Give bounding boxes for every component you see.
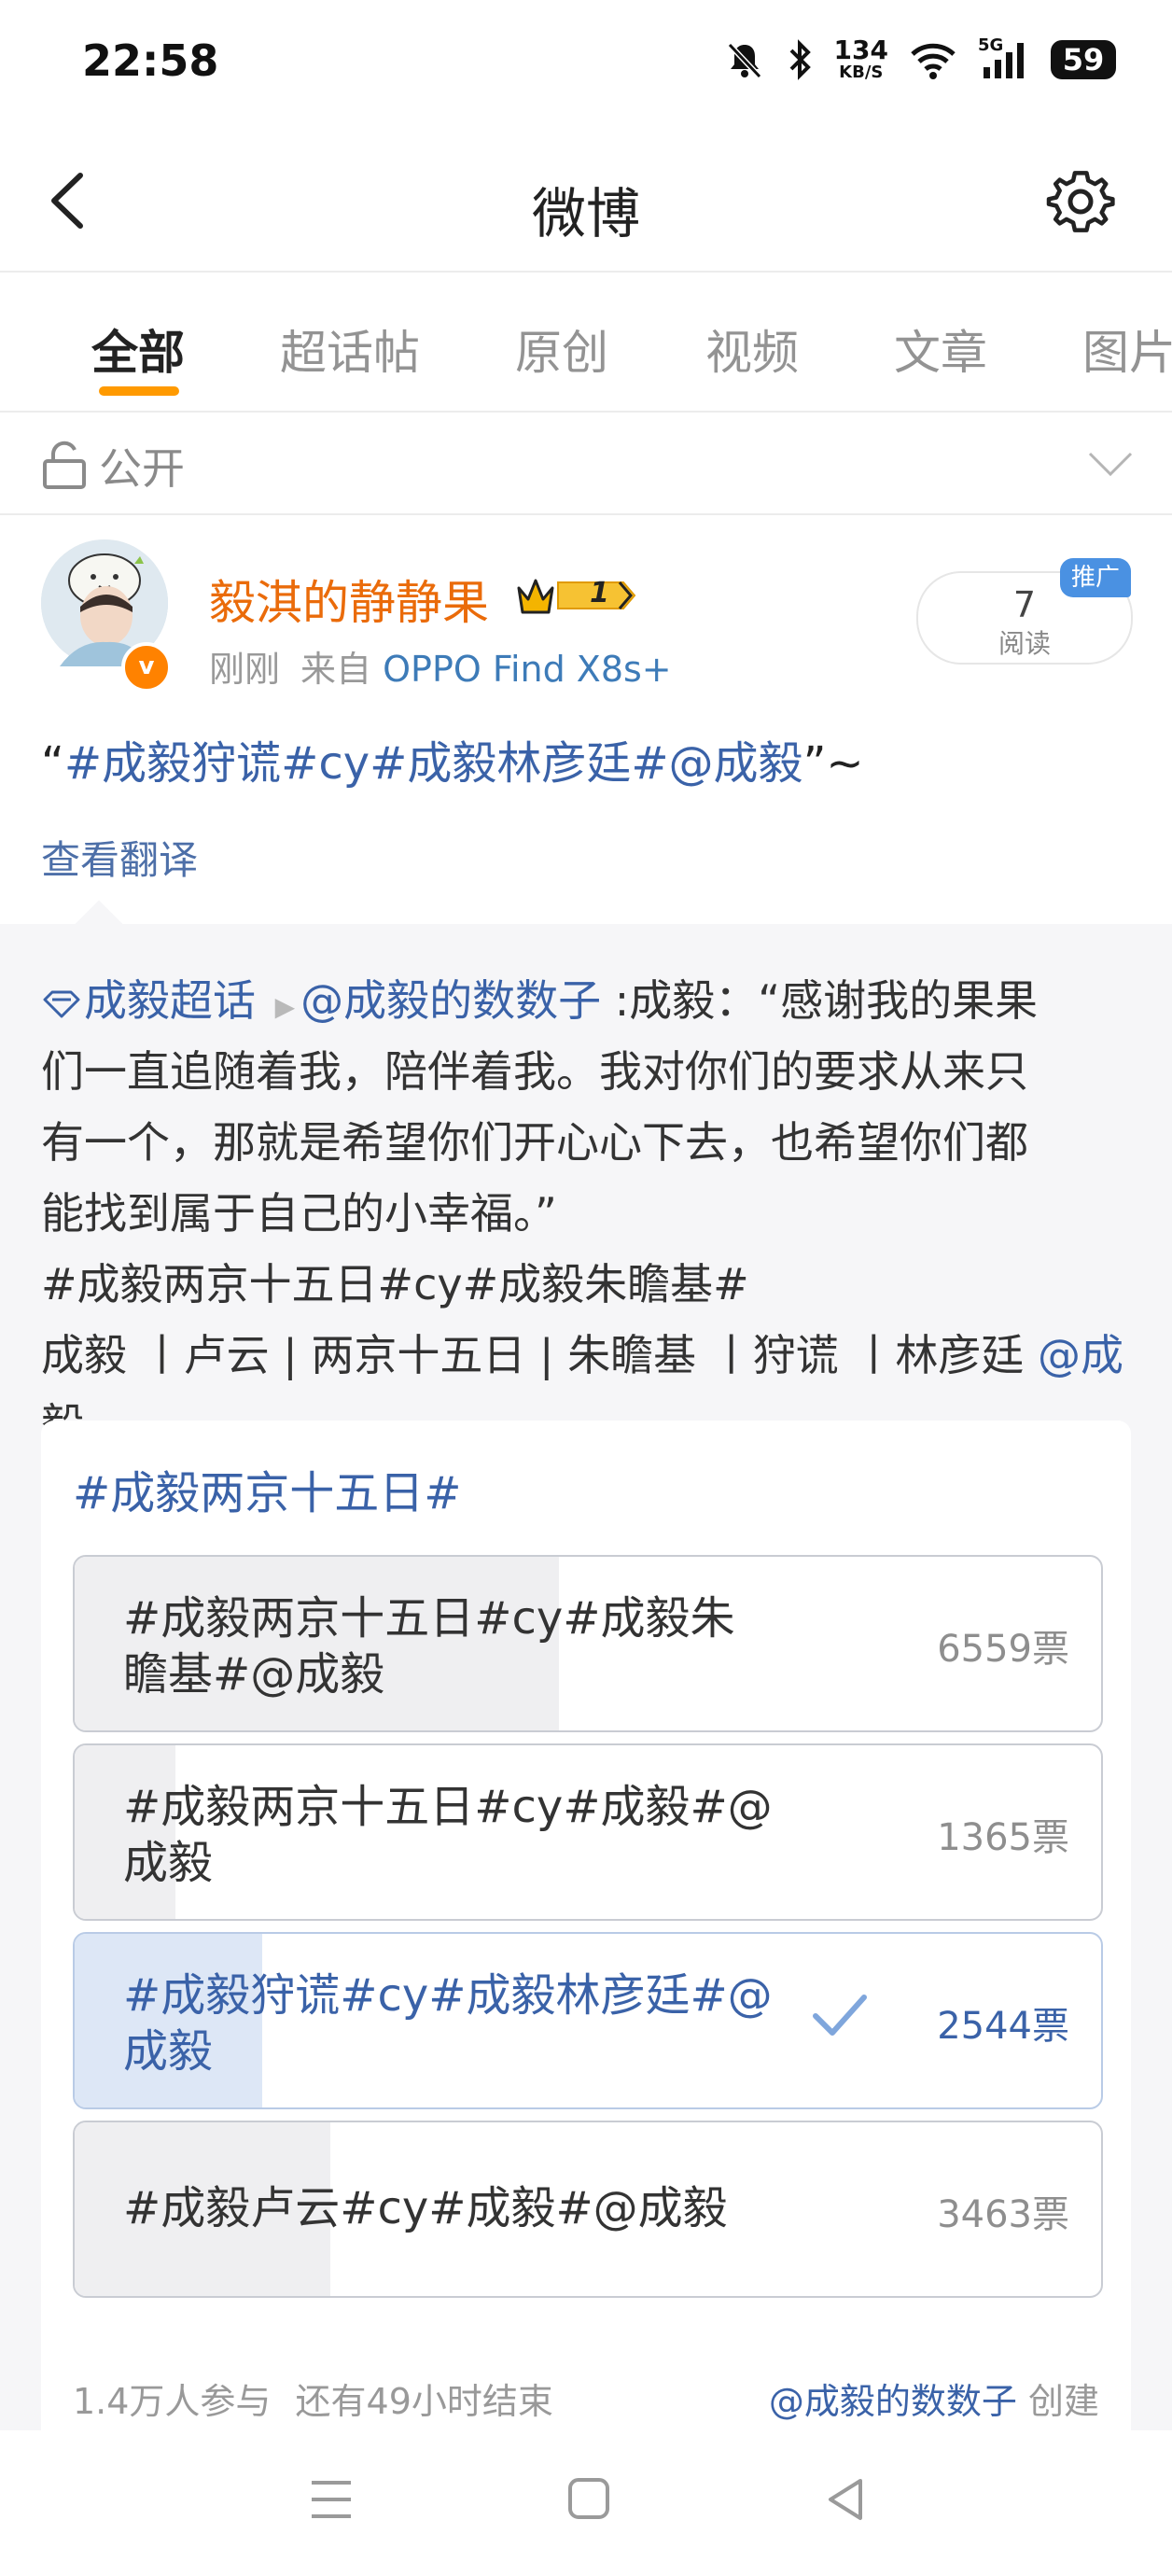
- poll-option-label: #成毅狩谎#cy#成毅林彦廷#@ 成毅: [123, 1969, 773, 2078]
- username[interactable]: 毅淇的静静果: [209, 566, 489, 633]
- repost-line-1: 成毅超话 ▶ @成毅的数数子 :成毅：“感谢我的果果: [41, 967, 1038, 1029]
- vip-level: 1: [590, 577, 609, 609]
- poll-participants: 1.4万人参与: [73, 2381, 272, 2422]
- poll-option[interactable]: #成毅两京十五日#cy#成毅#@ 成毅 1365票: [73, 1743, 1103, 1921]
- promote-badge[interactable]: 推广: [1060, 558, 1131, 597]
- chevron-down-icon: [1088, 452, 1133, 477]
- poll-option[interactable]: #成毅两京十五日#cy#成毅朱 瞻基#@成毅 6559票: [73, 1555, 1103, 1732]
- battery-indicator: 59: [1051, 40, 1116, 79]
- nav-bar: 微博: [0, 131, 1172, 273]
- poll-option-selected[interactable]: #成毅狩谎#cy#成毅林彦廷#@ 成毅 2544票: [73, 1932, 1103, 2109]
- repost-line-6: 成毅 丨卢云 | 两京十五日 | 朱瞻基 丨狩谎 丨林彦廷 @成: [41, 1330, 1123, 1380]
- tab-article[interactable]: 文章: [894, 315, 987, 383]
- repost-line-2: 们一直追随着我，陪伴着我。我对你们的要求从来只: [41, 1046, 1028, 1097]
- poll-creator: @成毅的数数子 创建: [768, 2381, 1099, 2422]
- poll-option-label: #成毅卢云#cy#成毅#@成毅: [123, 2182, 728, 2234]
- repost-line-4: 能找到属于自己的小幸福。”: [41, 1188, 557, 1239]
- poll-option-votes: 1365票: [937, 1816, 1069, 1859]
- mention-link[interactable]: @成: [1038, 1330, 1123, 1380]
- page-title: 微博: [531, 182, 640, 245]
- repost-line-3: 有一个，那就是希望你们开心心下去，也希望你们都: [41, 1117, 1028, 1168]
- back-triangle-icon[interactable]: [823, 2475, 870, 2524]
- poll-title[interactable]: #成毅两京十五日#: [73, 1456, 461, 1521]
- tab-original[interactable]: 原创: [515, 315, 608, 383]
- crown-icon: [517, 579, 636, 614]
- source-prefix: 来自: [300, 649, 372, 690]
- poll-option-votes: 6559票: [937, 1628, 1069, 1671]
- poll-option-label: #成毅两京十五日#cy#成毅#@ 成毅: [123, 1781, 773, 1889]
- tab-super-topic-posts[interactable]: 超话帖: [280, 315, 420, 383]
- poll-option-votes: 3463票: [937, 2193, 1069, 2236]
- repost-author-link[interactable]: @成毅的数数子: [300, 975, 601, 1026]
- post-text: “#成毅狩谎#cy#成毅林彦廷#@成毅”~: [41, 737, 864, 790]
- translate-link[interactable]: 查看翻译: [41, 829, 198, 886]
- vip-badge[interactable]: 1: [515, 571, 638, 620]
- settings-button[interactable]: [1045, 166, 1116, 237]
- tab-images[interactable]: 图片: [1082, 315, 1172, 383]
- poll-footer: 1.4万人参与 还有49小时结束 @成毅的数数子 创建: [73, 2373, 1099, 2424]
- home-icon[interactable]: [565, 2475, 612, 2524]
- visibility-selector[interactable]: 公开: [0, 413, 1172, 515]
- mute-bell-icon: [727, 42, 761, 79]
- post-hashtag-link[interactable]: #成毅狩谎#cy#成毅林彦廷#@成毅: [64, 737, 803, 790]
- read-label: 阅读: [998, 628, 1051, 659]
- bluetooth-icon: [789, 39, 811, 80]
- unlock-icon: [43, 441, 86, 489]
- poll-option-label: #成毅两京十五日#cy#成毅朱 瞻基#@成毅: [123, 1592, 735, 1701]
- super-topic-link[interactable]: 成毅超话: [84, 975, 256, 1026]
- poll-card: #成毅两京十五日# #成毅两京十五日#cy#成毅朱 瞻基#@成毅 6559票 #成…: [41, 1421, 1131, 2430]
- tab-all[interactable]: 全部: [91, 315, 185, 383]
- post-time: 刚刚: [209, 649, 281, 690]
- cell-signal: 5G: [978, 35, 1030, 80]
- status-icons: 134 KB/S 5G 59: [724, 35, 1116, 82]
- post-meta: 刚刚 来自 OPPO Find X8s+: [209, 640, 672, 692]
- poll-option[interactable]: #成毅卢云#cy#成毅#@成毅 3463票: [73, 2121, 1103, 2298]
- filter-tabs: 全部 超话帖 原创 视频 文章 图片: [0, 271, 1172, 413]
- checkmark-icon: [813, 1995, 867, 2036]
- repost-hashtags[interactable]: #成毅两京十五日#cy#成毅朱瞻基#: [41, 1251, 749, 1312]
- play-arrow-icon: ▶: [274, 991, 296, 1022]
- source-device[interactable]: OPPO Find X8s+: [383, 649, 672, 690]
- status-time: 22:58: [82, 35, 219, 86]
- active-tab-indicator: [99, 386, 179, 396]
- verified-badge-icon: v: [121, 642, 172, 693]
- net-speed: 134 KB/S: [833, 35, 888, 82]
- tab-video[interactable]: 视频: [705, 315, 799, 383]
- poll-option-votes: 2544票: [937, 2005, 1069, 2048]
- wifi-icon: [911, 43, 956, 79]
- super-topic-icon: [43, 990, 80, 1017]
- system-nav-bar: [0, 2430, 1172, 2576]
- poll-creator-link[interactable]: @成毅的数数子: [769, 2381, 1017, 2422]
- poll-remaining-time: 还有49小时结束: [295, 2381, 553, 2422]
- gear-icon: [1046, 171, 1115, 232]
- visibility-label: 公开: [99, 443, 185, 494]
- menu-icon[interactable]: [308, 2475, 355, 2524]
